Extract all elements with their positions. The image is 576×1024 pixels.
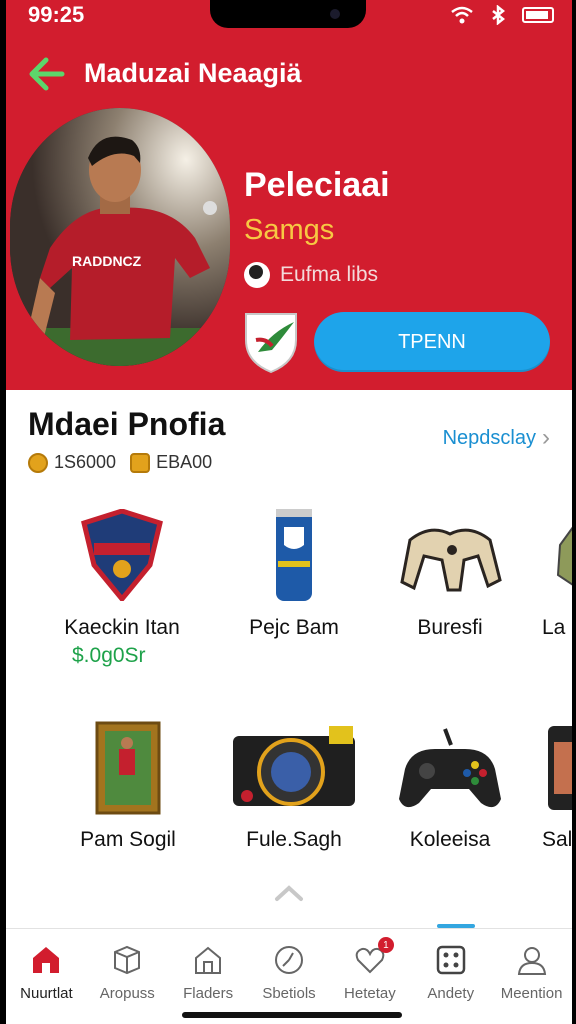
clock-icon — [275, 946, 303, 974]
see-all-link[interactable]: Nepdsclay › — [443, 424, 550, 452]
can-icon — [276, 509, 312, 601]
status-time: 99:25 — [28, 2, 85, 27]
player-photo: RADDNCZ — [10, 108, 230, 366]
list-item[interactable]: Buresfi — [370, 500, 530, 640]
chevron-up-icon[interactable] — [274, 884, 304, 902]
phone-icon — [548, 726, 572, 810]
player-subtitle: Samgs — [244, 214, 335, 246]
badge-shield-icon — [81, 509, 163, 601]
coin-icon — [28, 452, 48, 473]
tab-aropuss[interactable]: Aropuss — [87, 929, 168, 1024]
list-item[interactable]: Kaeckin Itan $.0g0Sr — [42, 500, 202, 668]
list-item[interactable]: La — [516, 500, 572, 640]
battery-icon — [522, 7, 554, 23]
wifi-icon — [451, 6, 473, 24]
house-outline-icon — [195, 946, 222, 974]
jersey-text: RADDNCZ — [72, 253, 142, 269]
club-crest-icon — [245, 313, 297, 374]
bluetooth-icon — [492, 5, 506, 25]
list-item[interactable]: Sal — [516, 712, 572, 852]
tab-nuurtlat[interactable]: Nuurtlat — [6, 929, 87, 1024]
system-icons — [450, 5, 554, 25]
tab-fladers[interactable]: Fladers — [168, 929, 249, 1024]
player-meta: Eufma libs — [244, 262, 378, 288]
bottom-nav: Nuurtlat Aropuss Fladers Sbetiols 1 Hete… — [6, 928, 572, 1024]
status-bar: 99:25 — [6, 0, 572, 30]
profile-header: 99:25 Maduzai Neaagiä RADDNCZ Peleciaai … — [6, 0, 572, 390]
partial-item-icon — [556, 526, 572, 586]
tab-sbetiols[interactable]: Sbetiols — [249, 929, 330, 1024]
list-item[interactable]: Fule.Sagh — [214, 712, 374, 852]
app-screen: 99:25 Maduzai Neaagiä RADDNCZ Peleciaai … — [6, 0, 572, 1024]
camera-icon — [233, 726, 355, 806]
item-price: $.0g0Sr — [72, 644, 146, 667]
box-icon — [114, 945, 141, 975]
chevron-right-icon: › — [542, 424, 550, 451]
controller-stand-icon — [400, 528, 502, 592]
home-indicator — [182, 1012, 402, 1018]
list-item[interactable]: Koleeisa — [370, 712, 530, 852]
player-meta-text: Eufma libs — [280, 263, 379, 286]
tab-hetetay[interactable]: 1 Hetetay — [329, 929, 410, 1024]
open-button[interactable]: TPENN — [314, 312, 550, 372]
framed-photo-icon — [95, 721, 161, 815]
section-stats: 1S6000 EBA00 — [28, 452, 212, 473]
tab-andety[interactable]: Andety — [410, 929, 491, 1024]
player-name: Peleciaai — [244, 166, 390, 204]
coin-icon — [130, 452, 151, 473]
stat-coins: 1S6000 — [28, 452, 116, 473]
tab-meention[interactable]: Meention — [491, 929, 572, 1024]
stat-gems: EBA00 — [130, 452, 212, 473]
list-item[interactable]: Pejc Bam — [214, 500, 374, 640]
page-title: Maduzai Neaagiä — [84, 58, 302, 88]
back-arrow-icon[interactable] — [26, 56, 66, 92]
gamepad-icon — [399, 728, 501, 808]
notification-badge: 1 — [377, 937, 394, 953]
home-icon — [33, 947, 60, 973]
section-title: Mdaei Pnofia — [28, 406, 226, 442]
ball-icon — [244, 262, 270, 288]
see-all-label: Nepdsclay — [442, 426, 536, 449]
list-item[interactable]: Pam Sogil — [48, 712, 208, 852]
user-icon — [517, 947, 546, 975]
camera-notch — [210, 0, 366, 28]
dice-icon — [436, 945, 465, 975]
